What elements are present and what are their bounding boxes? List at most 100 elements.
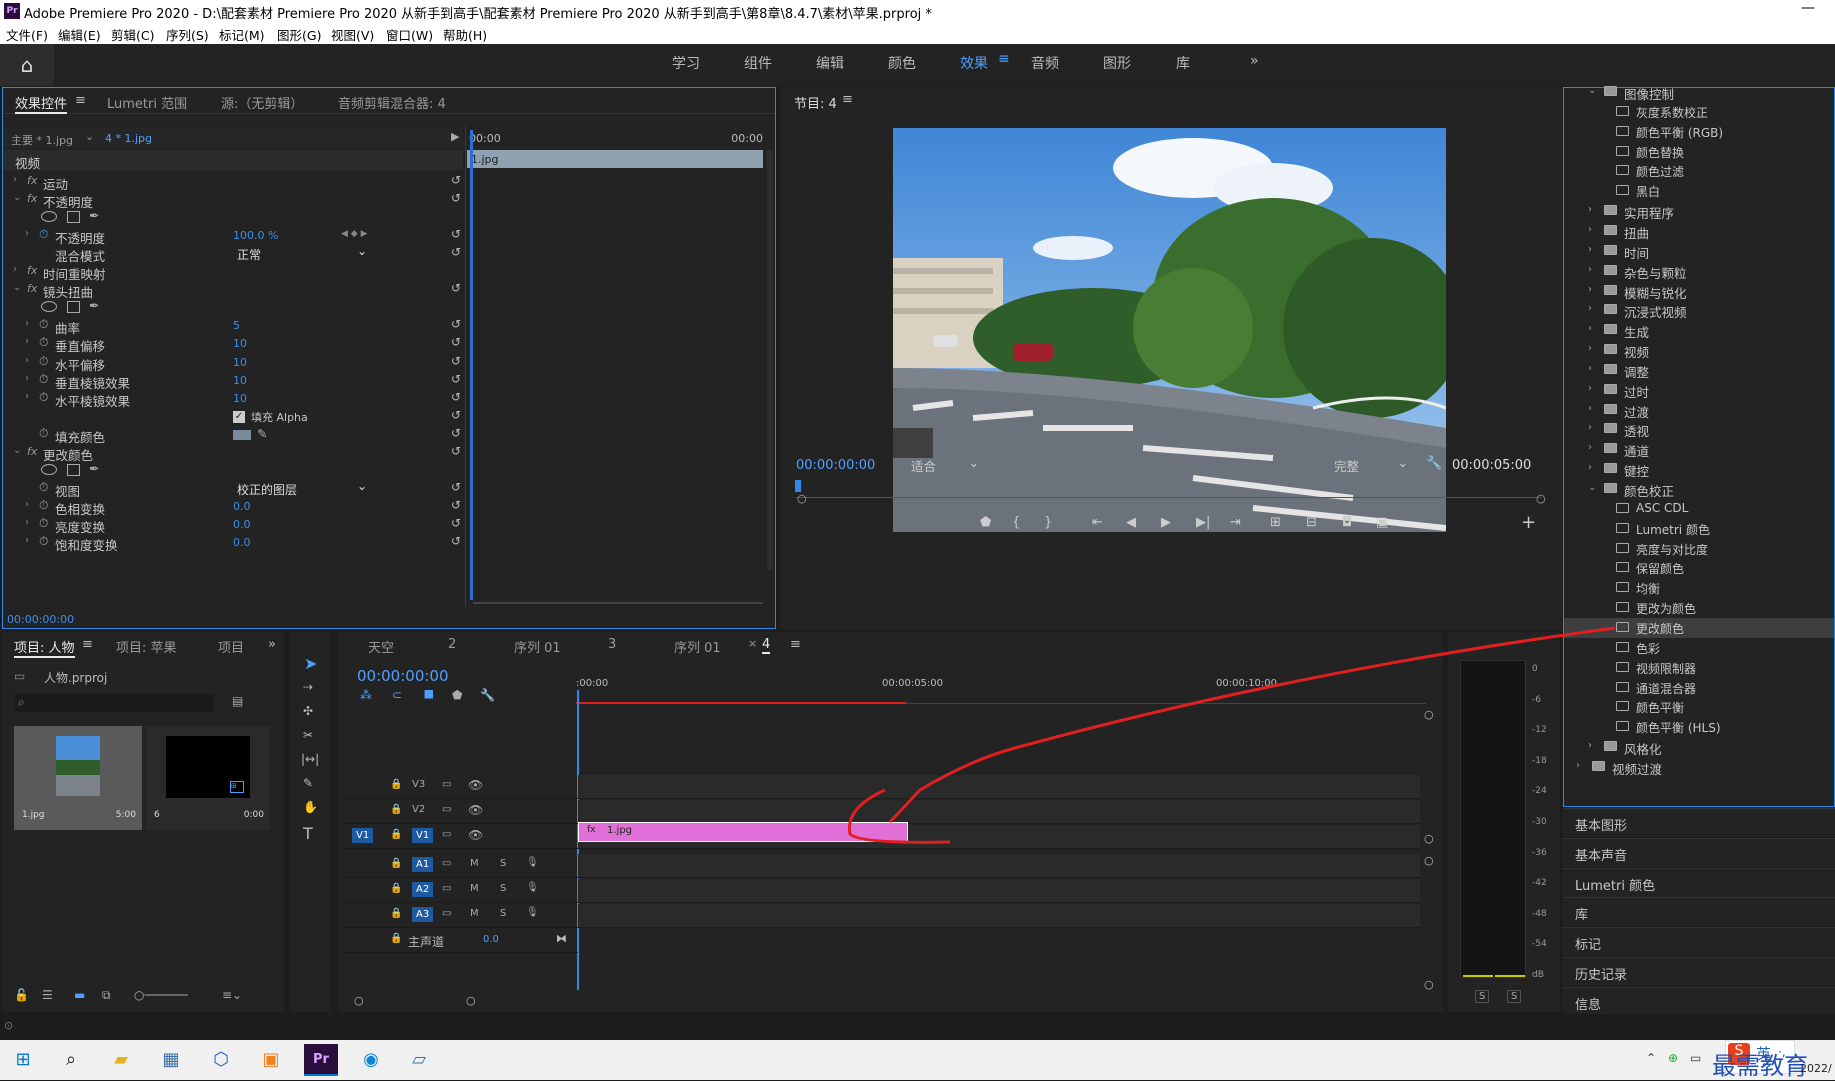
menu-window[interactable]: 窗口(W) xyxy=(386,25,433,44)
project-item-sequence-6[interactable]: ⊞ 6 0:00 xyxy=(146,726,270,830)
zoom-start-handle[interactable]: ○ xyxy=(797,492,807,505)
property-dropdown[interactable]: 校正的图层 ⌄ xyxy=(233,479,369,497)
project-item-1jpg[interactable]: 1.jpg 5:00 xyxy=(14,726,142,830)
chevron-right-icon[interactable]: › xyxy=(25,336,29,347)
property-value[interactable]: 100.0 % xyxy=(233,229,278,242)
lock-track-icon[interactable]: 🔒 xyxy=(390,883,402,894)
ec-playhead[interactable] xyxy=(470,130,473,600)
chevron-down-icon[interactable]: ⌄ xyxy=(13,445,21,456)
marker-icon[interactable]: ⬟ xyxy=(452,688,462,702)
pen-mask-icon[interactable]: ✒ xyxy=(89,208,99,223)
mark-in-icon[interactable]: { xyxy=(1012,515,1020,530)
tab-audio-mixer[interactable]: 音频剪辑混合器: 4 xyxy=(338,93,446,112)
tab-project-apple[interactable]: 项目: 苹果 xyxy=(116,637,177,656)
hand-icon[interactable]: ✋ xyxy=(303,800,318,814)
add-marker-timeline-icon[interactable]: ⯀ xyxy=(424,688,434,703)
chevron-right-icon[interactable]: › xyxy=(25,228,29,239)
eye-icon[interactable]: 👁 xyxy=(468,828,483,842)
lock-track-icon[interactable]: 🔒 xyxy=(390,933,402,944)
pen-icon[interactable]: ✎ xyxy=(303,776,313,790)
tab-menu-icon[interactable]: ≡ xyxy=(75,93,86,108)
stopwatch-icon[interactable]: ⏱ xyxy=(39,534,48,549)
pen-mask-icon[interactable]: ✒ xyxy=(89,461,99,476)
stopwatch-icon[interactable]: ⏱ xyxy=(39,227,48,242)
close-tab-icon[interactable]: × xyxy=(748,637,757,650)
track-label[interactable]: V3 xyxy=(412,779,425,790)
effect-item[interactable]: 亮度与对比度 xyxy=(1564,539,1834,559)
keyframe-nav-icon[interactable]: ◀ ◆ ▶ xyxy=(341,229,368,239)
lock-track-icon[interactable]: 🔒 xyxy=(390,779,402,790)
track-label[interactable]: V1 xyxy=(412,828,434,843)
linked-select-icon[interactable]: ⊂ xyxy=(392,688,402,702)
effect-folder[interactable]: ⌄ 颜色校正 xyxy=(1564,479,1834,499)
chevron-right-icon[interactable]: › xyxy=(1588,383,1592,394)
chevron-right-icon[interactable]: › xyxy=(1588,303,1592,314)
stopwatch-icon[interactable]: ⏱ xyxy=(39,372,48,387)
track-lane[interactable] xyxy=(578,904,1420,928)
effect-item[interactable]: 视频限制器 xyxy=(1564,658,1834,678)
reset-icon[interactable]: ↺ xyxy=(451,245,461,259)
menu-view[interactable]: 视图(V) xyxy=(331,25,374,44)
timeline-tab[interactable]: 2 xyxy=(448,637,456,652)
ec-timecode[interactable]: 00:00:00:00 xyxy=(7,613,74,626)
sync-lock-icon[interactable]: ▭ xyxy=(442,908,451,919)
program-time-ruler[interactable] xyxy=(796,480,1541,498)
property-value[interactable]: 10 xyxy=(233,337,247,350)
stopwatch-icon[interactable]: ⏱ xyxy=(39,426,48,441)
type-tool-icon[interactable]: T xyxy=(303,824,313,843)
mark-out-icon[interactable]: } xyxy=(1044,515,1052,530)
chevron-right-icon[interactable]: › xyxy=(1588,224,1592,235)
ws-learn[interactable]: 学习 xyxy=(672,53,700,73)
stopwatch-icon[interactable]: ⏱ xyxy=(39,317,48,332)
mic-icon[interactable]: 🎙 xyxy=(526,907,539,918)
program-menu-icon[interactable]: ≡ xyxy=(842,92,853,107)
add-marker-icon[interactable]: ⬟ xyxy=(980,515,991,530)
chevron-right-icon[interactable]: › xyxy=(1588,403,1592,414)
effect-folder[interactable]: › 键控 xyxy=(1564,459,1834,479)
chevron-right-icon[interactable]: › xyxy=(25,355,29,366)
lock-track-icon[interactable]: 🔒 xyxy=(390,858,402,869)
effect-item[interactable]: ASC CDL xyxy=(1564,499,1834,519)
ws-overflow-icon[interactable]: » xyxy=(1250,53,1259,69)
property-value[interactable]: 0.0 xyxy=(233,536,251,549)
effect-item[interactable]: 颜色平衡 xyxy=(1564,697,1834,717)
timeline-vscroll-handle-2[interactable]: ○ xyxy=(1424,832,1434,845)
archive-app-icon[interactable]: ▣ xyxy=(256,1046,286,1074)
master-volume[interactable]: 0.0 xyxy=(483,934,499,945)
effect-folder[interactable]: › 实用程序 xyxy=(1564,201,1834,221)
tray-chevron-icon[interactable]: ⌃ xyxy=(1646,1051,1656,1065)
fx-badge[interactable]: fx xyxy=(27,192,37,205)
razor-icon[interactable]: ✂ xyxy=(303,728,313,742)
tab-lumetri-scopes[interactable]: Lumetri 范围 xyxy=(107,93,187,112)
effect-item[interactable]: 黑白 xyxy=(1564,181,1834,201)
export-frame-icon[interactable]: ◘ xyxy=(1342,515,1352,530)
lock-track-icon[interactable]: 🔒 xyxy=(390,829,402,840)
property-value[interactable]: 0.0 xyxy=(233,518,251,531)
mute-button[interactable]: M xyxy=(470,883,479,894)
network-icon[interactable]: ▭ xyxy=(1690,1051,1701,1065)
chevron-down-icon[interactable]: ⌄ xyxy=(13,192,21,203)
effect-folder[interactable]: › 扭曲 xyxy=(1564,221,1834,241)
reset-icon[interactable]: ↺ xyxy=(451,354,461,368)
ws-graphics[interactable]: 图形 xyxy=(1103,53,1131,73)
track-label[interactable]: A2 xyxy=(412,882,434,897)
chevron-right-icon[interactable]: › xyxy=(1588,264,1592,275)
timeline-ruler[interactable]: :00:00 00:00:05:00 00:00:10:00 xyxy=(576,674,1426,704)
stopwatch-icon[interactable]: ⏱ xyxy=(39,354,48,369)
solo-button[interactable]: S xyxy=(500,858,506,869)
reset-icon[interactable]: ↺ xyxy=(451,534,461,548)
premiere-taskbar-icon[interactable]: Pr xyxy=(304,1044,338,1076)
chevron-down-icon[interactable]: ⌄ xyxy=(1588,482,1596,493)
reset-icon[interactable]: ↺ xyxy=(451,426,461,440)
checkbox[interactable]: ✓ xyxy=(233,410,245,423)
side-panel-header[interactable]: 信息 xyxy=(1563,986,1835,1016)
chevron-right-icon[interactable]: › xyxy=(25,318,29,329)
effect-folder[interactable]: › 模糊与锐化 xyxy=(1564,281,1834,301)
rect-mask-icon[interactable] xyxy=(67,211,80,224)
reset-icon[interactable]: ↺ xyxy=(451,317,461,331)
ws-assembly[interactable]: 组件 xyxy=(744,53,772,73)
timeline-timecode[interactable]: 00:00:00:00 xyxy=(357,667,449,685)
program-playhead[interactable] xyxy=(795,480,801,492)
fit-dropdown[interactable]: 适合 ⌄ xyxy=(905,455,983,474)
ellipse-mask-icon[interactable] xyxy=(41,301,57,313)
